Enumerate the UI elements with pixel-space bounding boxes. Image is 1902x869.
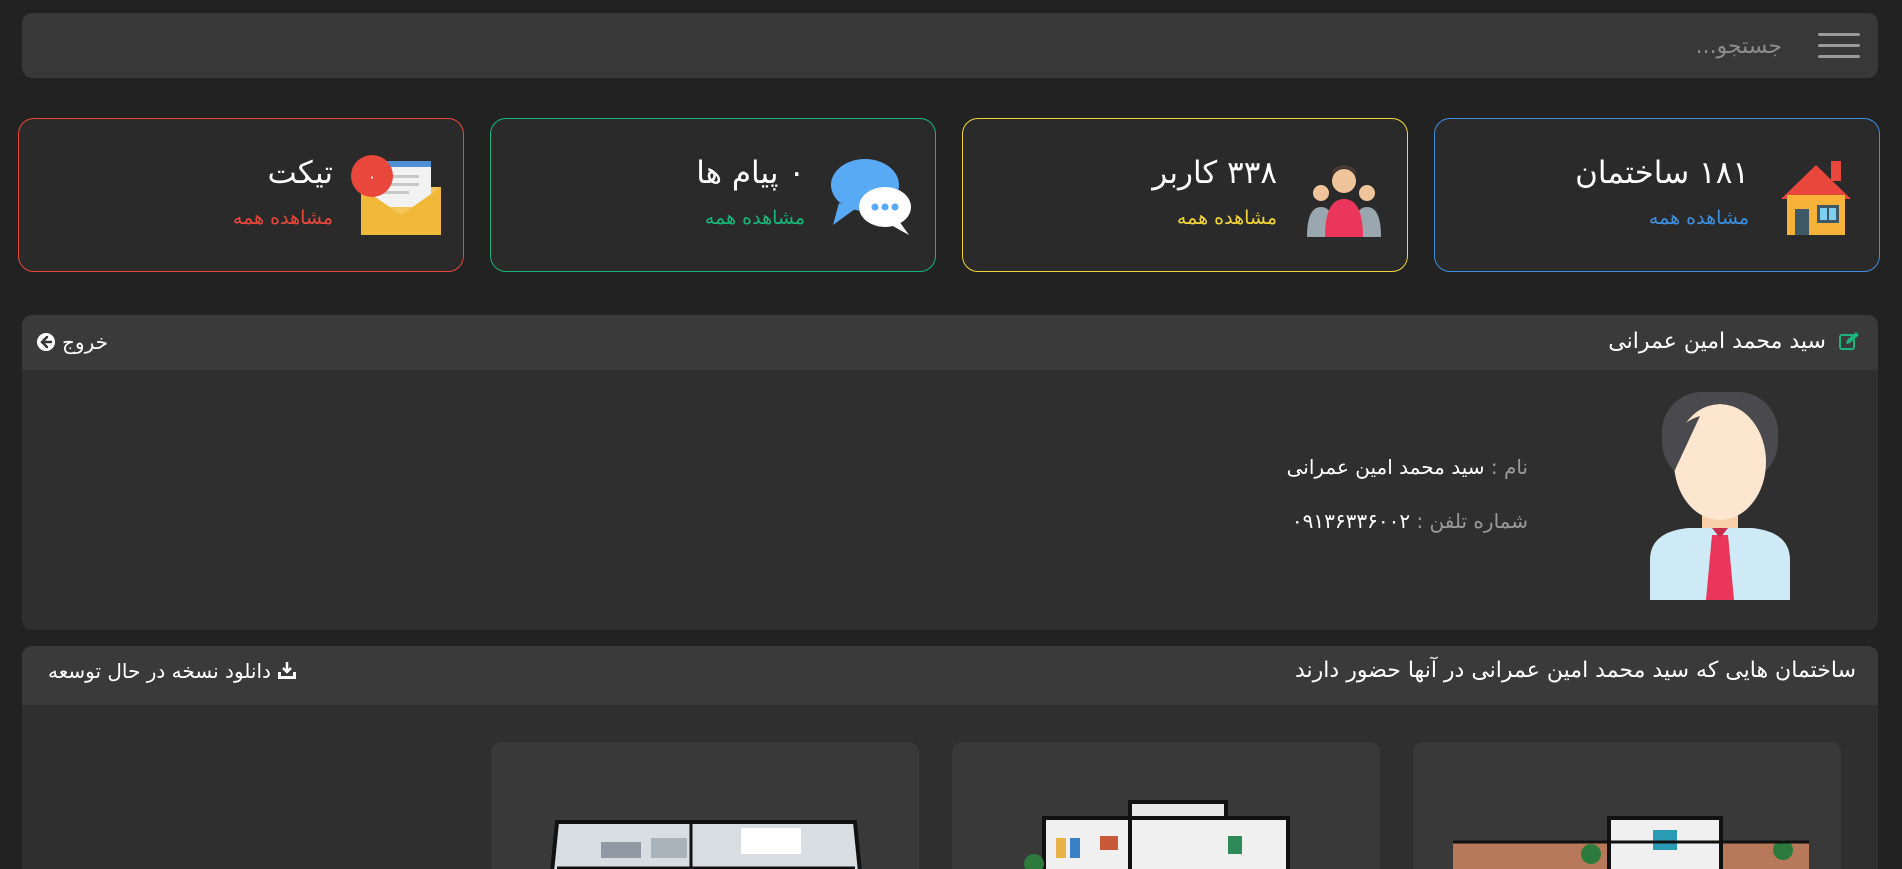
stat-title: ۱۸۱ ساختمان xyxy=(1575,155,1749,191)
ticket-badge: ۰ xyxy=(351,155,393,197)
arrow-circle-left-icon xyxy=(37,333,55,351)
buildings-stat-card[interactable]: ۱۸۱ ساختمان مشاهده همه xyxy=(1434,118,1880,272)
phone-value: ۰۹۱۳۶۳۳۶۰۰۲ xyxy=(1291,509,1411,533)
stat-title: تیکت xyxy=(267,155,333,191)
view-all-link[interactable]: مشاهده همه xyxy=(233,207,333,229)
phone-label: شماره تلفن : xyxy=(1416,509,1528,533)
avatar xyxy=(1650,392,1790,600)
view-all-link[interactable]: مشاهده همه xyxy=(1649,207,1749,229)
top-bar xyxy=(22,13,1878,78)
buildings-title: ساختمان هایی که سید محمد امین عمرانی در … xyxy=(1295,658,1856,683)
view-all-link[interactable]: مشاهده همه xyxy=(705,207,805,229)
messages-stat-card[interactable]: ۰ پیام ها مشاهده همه xyxy=(490,118,936,272)
download-button[interactable]: دانلود نسخه در حال توسعه xyxy=(48,659,297,683)
house-icon xyxy=(1781,161,1851,235)
building-floorplan-image xyxy=(1024,800,1290,869)
tickets-stat-card[interactable]: ۰ تیکت مشاهده همه xyxy=(18,118,464,272)
phone-row: شماره تلفن : ۰۹۱۳۶۳۳۶۰۰۲ xyxy=(1292,509,1528,533)
stat-title: ۳۳۸ کاربر xyxy=(1152,155,1277,191)
profile-title: سید محمد امین عمرانی xyxy=(1608,329,1826,354)
profile-header: سید محمد امین عمرانی خروج xyxy=(22,315,1878,370)
name-row: نام : سید محمد امین عمرانی xyxy=(1287,455,1528,479)
badge-count: ۰ xyxy=(368,167,377,186)
download-icon xyxy=(277,662,296,679)
building-card[interactable] xyxy=(491,742,919,869)
stat-title: ۰ پیام ها xyxy=(696,155,805,191)
name-value: سید محمد امین عمرانی xyxy=(1286,455,1485,479)
logout-button[interactable]: خروج xyxy=(36,328,108,356)
building-floorplan-image xyxy=(1453,816,1809,869)
edit-icon[interactable] xyxy=(1838,330,1860,352)
hamburger-menu-icon[interactable] xyxy=(1818,33,1860,59)
building-card[interactable] xyxy=(952,742,1380,869)
chat-icon xyxy=(831,159,911,235)
building-card[interactable] xyxy=(1413,742,1841,869)
buildings-panel: ساختمان هایی که سید محمد امین عمرانی در … xyxy=(22,646,1878,869)
profile-panel: سید محمد امین عمرانی خروج نام : سید محمد… xyxy=(22,315,1878,630)
name-label: نام : xyxy=(1490,455,1528,479)
users-icon xyxy=(1307,165,1381,237)
buildings-header: ساختمان هایی که سید محمد امین عمرانی در … xyxy=(22,646,1878,705)
users-stat-card[interactable]: ۳۳۸ کاربر مشاهده همه xyxy=(962,118,1408,272)
view-all-link[interactable]: مشاهده همه xyxy=(1177,207,1277,229)
download-label: دانلود نسخه در حال توسعه xyxy=(48,659,271,683)
building-floorplan-image xyxy=(550,820,862,869)
search-input[interactable] xyxy=(1282,31,1782,61)
logout-label: خروج xyxy=(62,330,108,354)
